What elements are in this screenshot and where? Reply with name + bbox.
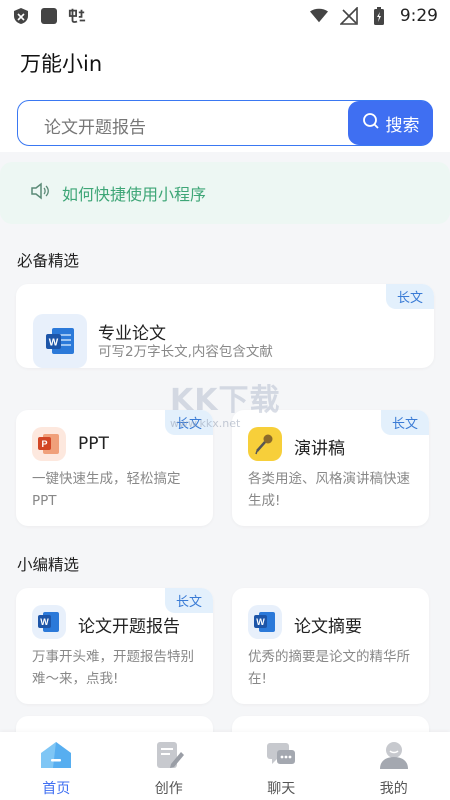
long-text-badge: 长文 bbox=[164, 410, 213, 435]
svg-text:P: P bbox=[41, 439, 47, 449]
tab-chat[interactable]: 聊天 bbox=[225, 732, 338, 800]
card-speech[interactable]: 长文 演讲稿 各类用途、风格演讲稿快速生成! bbox=[232, 410, 429, 526]
search-button-label: 搜索 bbox=[385, 115, 420, 136]
ppt-icon: P bbox=[32, 427, 66, 461]
section-title-editor: 小编精选 bbox=[17, 556, 80, 574]
svg-text:W: W bbox=[40, 617, 49, 627]
search-icon bbox=[362, 112, 380, 135]
tab-create[interactable]: 创作 bbox=[113, 732, 226, 800]
card-desc: 万事开头难，开题报告特别难～来，点我! bbox=[32, 649, 194, 687]
header: 万能小in bbox=[0, 32, 450, 92]
svg-text:W: W bbox=[256, 617, 265, 627]
svg-text:W: W bbox=[49, 338, 59, 349]
word-icon: W bbox=[248, 605, 282, 639]
chat-icon bbox=[264, 740, 298, 774]
search-input[interactable]: 论文开题报告 bbox=[44, 113, 146, 138]
tab-label: 我的 bbox=[379, 781, 408, 797]
word-icon: W bbox=[32, 605, 66, 639]
card-desc: 可写2万字长文,内容包含文献 bbox=[98, 344, 273, 360]
card-title: PPT bbox=[78, 434, 109, 454]
card-ppt[interactable]: 长文 P PPT 一键快速生成，轻松搞定PPT bbox=[16, 410, 213, 526]
tab-profile[interactable]: 我的 bbox=[338, 732, 450, 800]
tab-home[interactable]: 首页 bbox=[0, 732, 113, 800]
home-icon bbox=[39, 740, 73, 774]
battery-charging-icon bbox=[370, 7, 388, 25]
tip-text: 如何快捷使用小程序 bbox=[62, 185, 207, 204]
shield-notification-icon bbox=[12, 7, 30, 25]
card-desc: 一键快速生成，轻松搞定PPT bbox=[32, 471, 181, 509]
tab-label: 创作 bbox=[154, 781, 183, 797]
edit-icon bbox=[152, 740, 186, 774]
app-glyph-icon bbox=[68, 7, 86, 25]
card-desc: 优秀的摘要是论文的精华所在! bbox=[248, 649, 410, 687]
card-proposal-report[interactable]: 长文 W 论文开题报告 万事开头难，开题报告特别难～来，点我! bbox=[16, 588, 213, 704]
long-text-badge: 长文 bbox=[385, 284, 434, 309]
speaker-icon bbox=[30, 182, 50, 204]
tab-label: 聊天 bbox=[267, 781, 296, 797]
card-title: 论文开题报告 bbox=[78, 617, 180, 637]
card-professional-paper[interactable]: 长文 W 专业论文 可写2万字长文,内容包含文献 bbox=[16, 284, 434, 368]
card-abstract[interactable]: W 论文摘要 优秀的摘要是论文的精华所在! bbox=[232, 588, 429, 704]
search-button[interactable]: 搜索 bbox=[348, 101, 433, 145]
status-time: 9:29 bbox=[399, 6, 438, 26]
tip-bar[interactable]: 如何快捷使用小程序 bbox=[0, 162, 450, 224]
card-title: 论文摘要 bbox=[294, 617, 362, 637]
long-text-badge: 长文 bbox=[380, 410, 429, 435]
long-text-badge: 长文 bbox=[164, 588, 213, 613]
bottom-tab-bar: 首页 创作 聊天 我的 bbox=[0, 732, 450, 800]
section-title-featured: 必备精选 bbox=[17, 252, 80, 270]
card-desc: 各类用途、风格演讲稿快速生成! bbox=[248, 471, 410, 509]
status-bar: 9:29 bbox=[0, 0, 450, 32]
wifi-icon bbox=[309, 7, 328, 25]
word-icon: W bbox=[33, 314, 87, 368]
microphone-icon bbox=[248, 427, 282, 461]
app-square-icon bbox=[40, 7, 58, 25]
no-signal-icon bbox=[339, 7, 358, 25]
card-title: 演讲稿 bbox=[294, 439, 345, 459]
page-title: 万能小in bbox=[20, 52, 103, 76]
profile-icon bbox=[377, 740, 411, 774]
tab-label: 首页 bbox=[42, 781, 71, 797]
